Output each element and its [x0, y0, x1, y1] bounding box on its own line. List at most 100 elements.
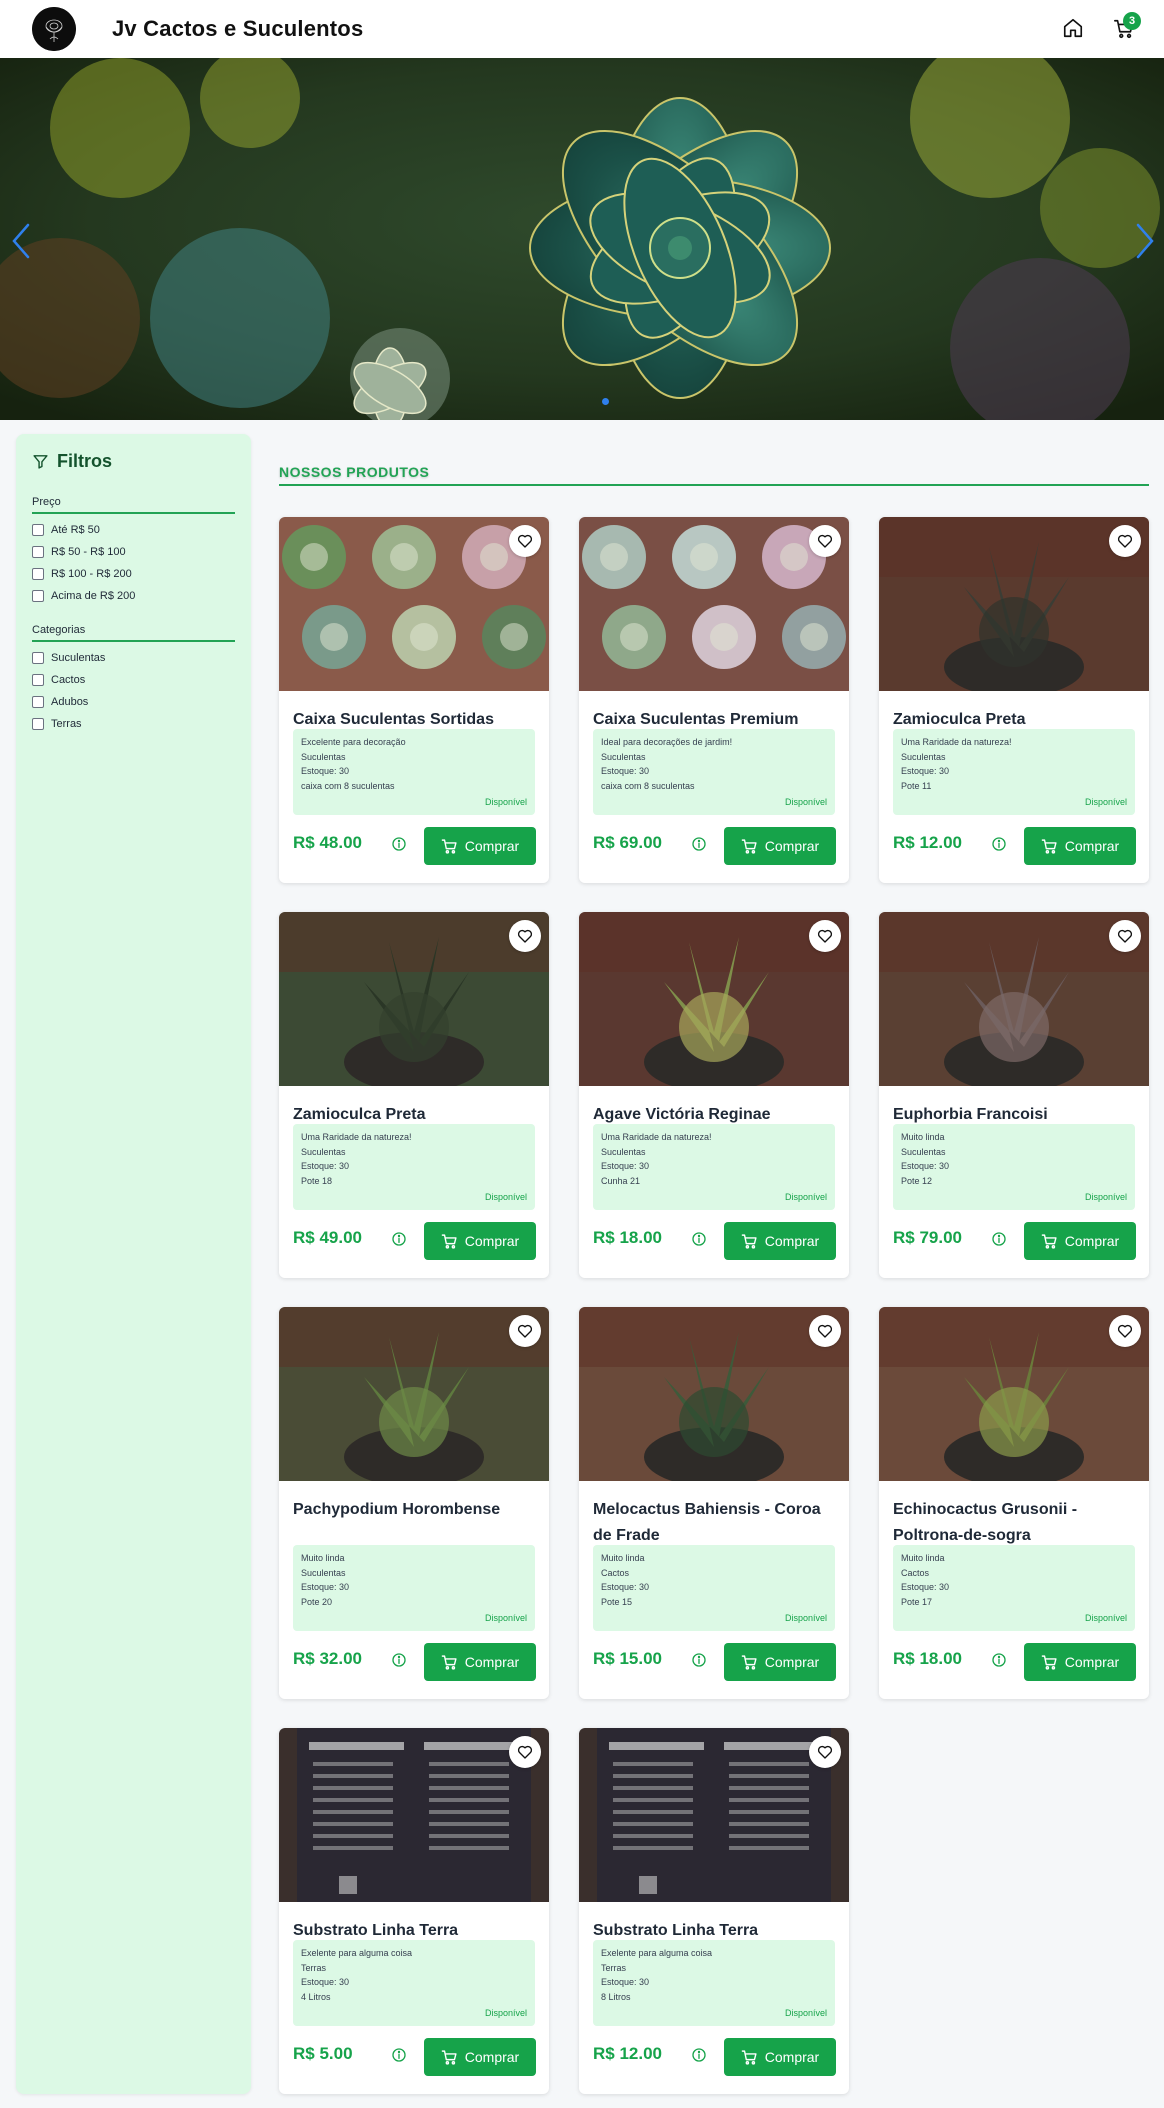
info-icon[interactable] [691, 836, 707, 852]
product-description: Muito linda [901, 1132, 945, 1142]
product-card[interactable]: Agave Victória Reginae Uma Raridade da na… [579, 912, 849, 1278]
product-image[interactable] [579, 912, 849, 1086]
product-card[interactable]: Zamioculca Preta Uma Raridade da natureza… [879, 517, 1149, 883]
price-option-2[interactable]: R$ 100 - R$ 200 [32, 568, 132, 580]
buy-button[interactable]: Comprar [424, 1643, 536, 1681]
checkbox[interactable] [32, 568, 44, 580]
info-icon[interactable] [691, 1652, 707, 1668]
info-icon[interactable] [391, 2047, 407, 2063]
checkbox[interactable] [32, 718, 44, 730]
product-image[interactable] [579, 1307, 849, 1481]
category-option-1[interactable]: Cactos [32, 674, 85, 686]
product-image[interactable] [279, 912, 549, 1086]
checkbox[interactable] [32, 590, 44, 602]
buy-button[interactable]: Comprar [724, 827, 836, 865]
product-stock: Estoque: 30 [601, 1977, 650, 1987]
buy-button[interactable]: Comprar [724, 1222, 836, 1260]
product-price: R$ 49.00 [293, 1228, 362, 1247]
checkbox[interactable] [32, 546, 44, 558]
product-category: Suculentas [601, 751, 646, 762]
top-header: Jv Cactos e Suculentos 3 [0, 0, 1164, 58]
product-card[interactable]: Caixa Suculentas Premium Ideal para decor… [579, 517, 849, 883]
product-details: Ideal para decorações de jardim! Suculent… [593, 729, 835, 815]
category-option-0[interactable]: Suculentas [32, 652, 105, 664]
product-card[interactable]: Zamioculca Preta Uma Raridade da natureza… [279, 912, 549, 1278]
info-icon[interactable] [991, 1652, 1007, 1668]
checkbox[interactable] [32, 524, 44, 536]
product-card[interactable]: Caixa Suculentas Sortidas Excelente para … [279, 517, 549, 883]
product-card[interactable]: Melocactus Bahiensis - Coroa de Frade Mui… [579, 1307, 849, 1699]
product-details: Uma Raridade da natureza! Suculentas Estoq… [293, 1124, 535, 1210]
price-option-0[interactable]: Até R$ 50 [32, 524, 100, 536]
product-category: Suculentas [301, 751, 346, 762]
product-image[interactable] [879, 1307, 1149, 1481]
favorite-heart-icon[interactable] [1109, 525, 1141, 557]
home-icon[interactable] [1060, 15, 1086, 41]
favorite-heart-icon[interactable] [809, 1315, 841, 1347]
favorite-heart-icon[interactable] [509, 920, 541, 952]
product-name[interactable]: Echinocactus Grusonii - Poltrona-de-sogr… [893, 1497, 1138, 1549]
price-option-3[interactable]: Acima de R$ 200 [32, 590, 135, 602]
product-image[interactable] [879, 517, 1149, 691]
carousel-next-button[interactable] [1130, 218, 1160, 264]
info-icon[interactable] [991, 836, 1007, 852]
favorite-heart-icon[interactable] [809, 1736, 841, 1768]
product-card[interactable]: Euphorbia Francoisi Muito linda Suculentas… [879, 912, 1149, 1278]
availability-status: Disponível [784, 2007, 827, 2018]
product-name[interactable]: Melocactus Bahiensis - Coroa de Frade [593, 1497, 838, 1549]
buy-button[interactable]: Comprar [1024, 1222, 1136, 1260]
info-icon[interactable] [391, 836, 407, 852]
product-details: Muito linda Suculentas Estoque: 30 Pote 20 D… [293, 1545, 535, 1631]
carousel-prev-button[interactable] [6, 218, 36, 264]
price-option-1[interactable]: R$ 50 - R$ 100 [32, 546, 126, 558]
product-image[interactable] [279, 1728, 549, 1902]
favorite-heart-icon[interactable] [1109, 920, 1141, 952]
product-card[interactable]: Pachypodium Horombense Muito linda Suculen… [279, 1307, 549, 1699]
favorite-heart-icon[interactable] [509, 1315, 541, 1347]
favorite-heart-icon[interactable] [509, 1736, 541, 1768]
info-icon[interactable] [391, 1652, 407, 1668]
cart-icon [741, 1233, 758, 1250]
buy-button[interactable]: Comprar [424, 1222, 536, 1260]
product-description: Ideal para decorações de jardim! [601, 737, 733, 747]
category-option-3[interactable]: Terras [32, 718, 82, 730]
info-icon[interactable] [691, 1231, 707, 1247]
product-name[interactable]: Pachypodium Horombense [293, 1497, 538, 1523]
product-image[interactable] [579, 1728, 849, 1902]
product-card[interactable]: Substrato Linha Terra Exelente para algum… [279, 1728, 549, 2094]
product-category: Terras [301, 1962, 327, 1973]
favorite-heart-icon[interactable] [1109, 1315, 1141, 1347]
buy-button[interactable]: Comprar [424, 2038, 536, 2076]
buy-button[interactable]: Comprar [724, 2038, 836, 2076]
product-stock: Estoque: 30 [301, 1161, 350, 1171]
product-image[interactable] [279, 1307, 549, 1481]
brand-name[interactable]: Jv Cactos e Suculentos [112, 16, 363, 42]
info-icon[interactable] [691, 2047, 707, 2063]
product-stock: Estoque: 30 [901, 766, 950, 776]
info-icon[interactable] [391, 1231, 407, 1247]
product-card[interactable]: Echinocactus Grusonii - Poltrona-de-sogr… [879, 1307, 1149, 1699]
product-detail: Pote 18 [301, 1175, 333, 1186]
favorite-heart-icon[interactable] [809, 920, 841, 952]
product-category: Suculentas [601, 1146, 646, 1157]
buy-button-label: Comprar [464, 1654, 520, 1670]
checkbox[interactable] [32, 674, 44, 686]
favorite-heart-icon[interactable] [509, 525, 541, 557]
product-image[interactable] [279, 517, 549, 691]
product-image[interactable] [579, 517, 849, 691]
info-icon[interactable] [991, 1231, 1007, 1247]
category-option-2[interactable]: Adubos [32, 696, 88, 708]
logo[interactable] [32, 7, 76, 51]
favorite-heart-icon[interactable] [809, 525, 841, 557]
checkbox[interactable] [32, 696, 44, 708]
buy-button[interactable]: Comprar [724, 1643, 836, 1681]
buy-button[interactable]: Comprar [424, 827, 536, 865]
buy-button[interactable]: Comprar [1024, 1643, 1136, 1681]
product-card[interactable]: Substrato Linha Terra Exelente para algum… [579, 1728, 849, 2094]
checkbox[interactable] [32, 652, 44, 664]
buy-button[interactable]: Comprar [1024, 827, 1136, 865]
carousel-dot-active[interactable] [602, 398, 609, 405]
product-image[interactable] [879, 912, 1149, 1086]
availability-status: Disponível [1084, 796, 1127, 807]
product-details: Muito linda Cactos Estoque: 30 Pote 17 Dispo… [893, 1545, 1135, 1631]
